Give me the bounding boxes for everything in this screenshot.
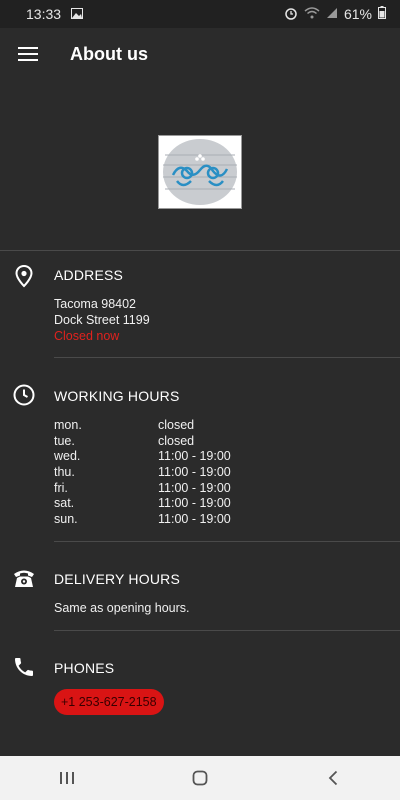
wifi-icon: [304, 6, 320, 22]
divider: [54, 630, 400, 631]
signal-icon: [326, 6, 338, 22]
restaurant-logo: [158, 135, 242, 209]
home-icon: [192, 770, 208, 786]
phone-handset-icon: [15, 658, 33, 676]
back-icon: [329, 770, 338, 786]
working-hours-title: WORKING HOURS: [54, 388, 180, 404]
status-time: 13:33: [26, 6, 62, 22]
hours-row: mon. closed: [54, 417, 231, 433]
clock-icon: [13, 384, 35, 406]
hours-value: 11:00 - 19:00: [158, 465, 231, 480]
hours-row: wed. 11:00 - 19:00: [54, 448, 231, 464]
battery-level: 61%: [343, 6, 372, 22]
menu-button[interactable]: [0, 28, 56, 80]
hamburger-menu-icon: [18, 47, 38, 61]
hours-value: closed: [158, 433, 195, 448]
home-button[interactable]: [170, 756, 230, 800]
hours-row: thu. 11:00 - 19:00: [54, 464, 231, 480]
hours-value: 11:00 - 19:00: [158, 512, 231, 527]
recent-apps-icon: [59, 772, 74, 784]
hours-value: 11:00 - 19:00: [158, 449, 231, 464]
address-title: ADDRESS: [54, 267, 124, 283]
system-nav-bar: [0, 756, 400, 800]
location-pin-icon: [15, 264, 33, 288]
divider: [0, 250, 400, 251]
hours-value: closed: [158, 418, 195, 432]
hours-row: tue. closed: [54, 433, 231, 449]
delivery-hours-text: Same as opening hours.: [54, 601, 190, 615]
page-title: About us: [70, 43, 148, 64]
address-line2: Dock Street 1199: [54, 313, 150, 327]
address-line1: Tacoma 98402: [54, 297, 137, 311]
hours-row: sun. 11:00 - 19:00: [54, 511, 231, 527]
hours-row: sat. 11:00 - 19:00: [54, 495, 231, 511]
hours-row: fri. 11:00 - 19:00: [54, 480, 231, 496]
telephone-icon: [14, 570, 34, 587]
hours-value: 11:00 - 19:00: [158, 496, 231, 511]
hours-day: wed.: [54, 449, 81, 464]
divider: [54, 357, 400, 358]
address-lines: Tacoma 98402 Dock Street 1199 Closed now: [54, 296, 150, 344]
battery-icon: [378, 6, 386, 22]
open-status: Closed now: [54, 329, 120, 343]
hours-day: mon.: [54, 418, 82, 432]
phone-number: +1 253-627-2158: [61, 695, 157, 709]
phones-title: PHONES: [54, 660, 115, 676]
phone-number-button[interactable]: +1 253-627-2158: [54, 689, 164, 715]
hours-day: tue.: [54, 433, 75, 448]
hours-day: sun.: [54, 512, 78, 527]
hours-value: 11:00 - 19:00: [158, 480, 231, 495]
hours-day: sat.: [54, 496, 75, 511]
delivery-hours-title: DELIVERY HOURS: [54, 571, 180, 587]
hours-day: thu.: [54, 465, 75, 480]
divider: [54, 541, 400, 542]
status-bar: 13:33 61%: [0, 0, 400, 28]
alarm-icon: [284, 6, 298, 23]
back-button[interactable]: [303, 756, 363, 800]
app-bar: About us: [0, 28, 400, 80]
image-icon: [71, 6, 84, 22]
hours-day: fri.: [54, 480, 68, 495]
recent-apps-button[interactable]: [37, 756, 97, 800]
hours-table: mon. closed tue. closed wed. 11:00 - 19:00 …: [54, 417, 231, 527]
